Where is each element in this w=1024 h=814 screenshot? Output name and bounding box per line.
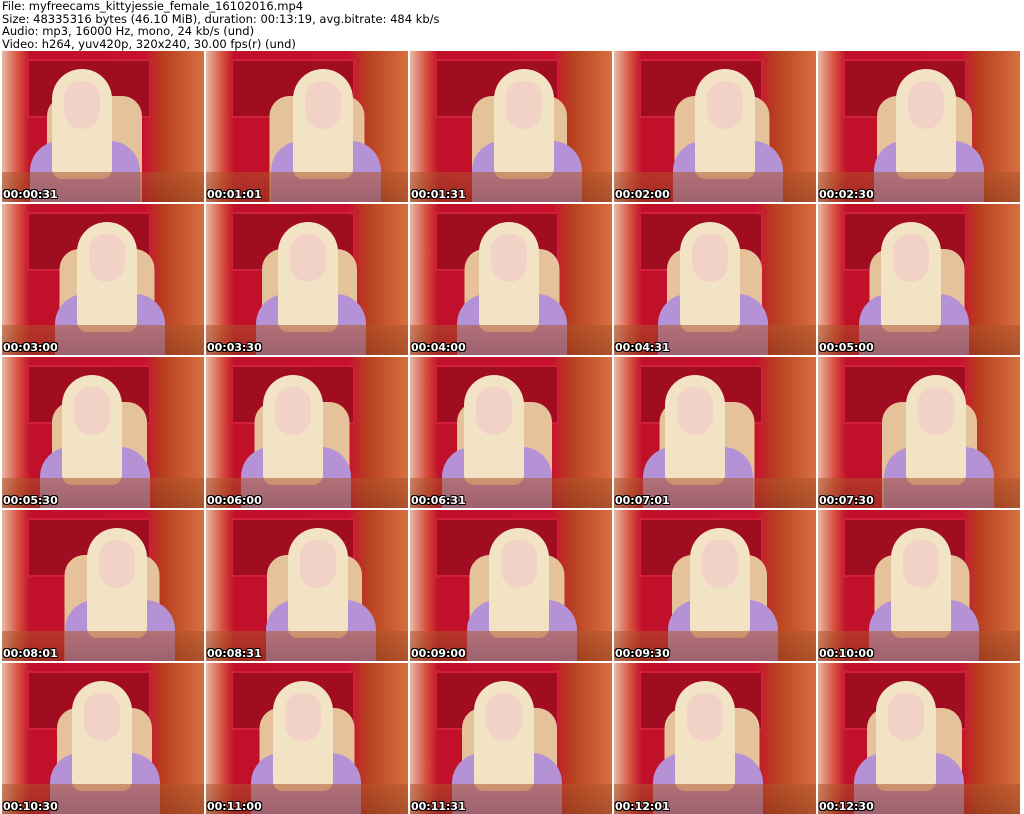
thumbnail-grid: 00:00:31 00:01:01 00:01:31 00:02:00 00:02:30…	[2, 51, 1020, 814]
video-thumbnail: 00:01:31	[410, 51, 612, 202]
timestamp: 00:09:00	[411, 647, 466, 660]
video-thumbnail: 00:02:00	[614, 51, 816, 202]
person-face	[476, 387, 512, 435]
timestamp: 00:02:00	[615, 188, 670, 201]
timestamp: 00:05:30	[3, 494, 58, 507]
person-face	[290, 234, 326, 282]
person-face	[908, 81, 944, 129]
person-face	[300, 540, 336, 588]
timestamp: 00:05:00	[819, 341, 874, 354]
person-face	[903, 540, 939, 588]
person-face	[692, 234, 728, 282]
timestamp: 00:11:00	[207, 800, 262, 813]
timestamp: 00:10:30	[3, 800, 58, 813]
timestamp: 00:07:01	[615, 494, 670, 507]
timestamp: 00:03:00	[3, 341, 58, 354]
person-face	[677, 387, 713, 435]
video-thumbnail: 00:09:30	[614, 510, 816, 661]
person-face	[687, 693, 723, 741]
audio-info: Audio: mp3, 16000 Hz, mono, 24 kb/s (und…	[2, 24, 255, 38]
video-thumbnail: 00:10:00	[818, 510, 1020, 661]
person-face	[74, 387, 110, 435]
video-thumbnail: 00:11:31	[410, 663, 612, 814]
video-thumbnail: 00:05:30	[2, 357, 204, 508]
video-thumbnail: 00:01:01	[206, 51, 408, 202]
person-face	[89, 234, 125, 282]
person-face	[918, 387, 954, 435]
video-thumbnail: 00:11:00	[206, 663, 408, 814]
person-face	[893, 234, 929, 282]
person-face	[305, 81, 341, 129]
timestamp: 00:10:00	[819, 647, 874, 660]
person-face	[275, 387, 311, 435]
person-face	[707, 81, 743, 129]
person-face	[99, 540, 135, 588]
video-thumbnail: 00:05:00	[818, 204, 1020, 355]
video-thumbnail: 00:12:30	[818, 663, 1020, 814]
timestamp: 00:08:01	[3, 647, 58, 660]
video-thumbnail: 00:00:31	[2, 51, 204, 202]
video-thumbnail: 00:07:01	[614, 357, 816, 508]
person-face	[84, 693, 120, 741]
video-thumbnail: 00:03:00	[2, 204, 204, 355]
person-face	[285, 693, 321, 741]
person-face	[506, 81, 542, 129]
timestamp: 00:07:30	[819, 494, 874, 507]
timestamp: 00:06:31	[411, 494, 466, 507]
video-thumbnail: 00:10:30	[2, 663, 204, 814]
video-thumbnail: 00:04:31	[614, 204, 816, 355]
file-info-header: File: myfreecams_kittyjessie_female_1610…	[2, 0, 440, 50]
timestamp: 00:01:01	[207, 188, 262, 201]
video-info: Video: h264, yuv420p, 320x240, 30.00 fps…	[2, 36, 296, 51]
timestamp: 00:06:00	[207, 494, 262, 507]
timestamp: 00:04:00	[411, 341, 466, 354]
video-thumbnail: 00:07:30	[818, 357, 1020, 508]
timestamp: 00:00:31	[3, 188, 58, 201]
file-name: File: myfreecams_kittyjessie_female_1610…	[2, 0, 304, 13]
person-face	[888, 693, 924, 741]
timestamp: 00:02:30	[819, 188, 874, 201]
person-face	[702, 540, 738, 588]
video-thumbnail: 00:02:30	[818, 51, 1020, 202]
person-face	[64, 81, 100, 129]
timestamp: 00:04:31	[615, 341, 670, 354]
timestamp: 00:12:30	[819, 800, 874, 813]
person-face	[486, 693, 522, 741]
timestamp: 00:12:01	[615, 800, 670, 813]
timestamp: 00:08:31	[207, 647, 262, 660]
video-thumbnail: 00:12:01	[614, 663, 816, 814]
person-face	[491, 234, 527, 282]
timestamp: 00:11:31	[411, 800, 466, 813]
timestamp: 00:09:30	[615, 647, 670, 660]
video-thumbnail: 00:09:00	[410, 510, 612, 661]
video-thumbnail: 00:08:01	[2, 510, 204, 661]
person-face	[501, 540, 537, 588]
timestamp: 00:03:30	[207, 341, 262, 354]
video-thumbnail: 00:08:31	[206, 510, 408, 661]
video-thumbnail: 00:06:31	[410, 357, 612, 508]
video-thumbnail: 00:04:00	[410, 204, 612, 355]
video-thumbnail: 00:03:30	[206, 204, 408, 355]
video-thumbnail: 00:06:00	[206, 357, 408, 508]
timestamp: 00:01:31	[411, 188, 466, 201]
